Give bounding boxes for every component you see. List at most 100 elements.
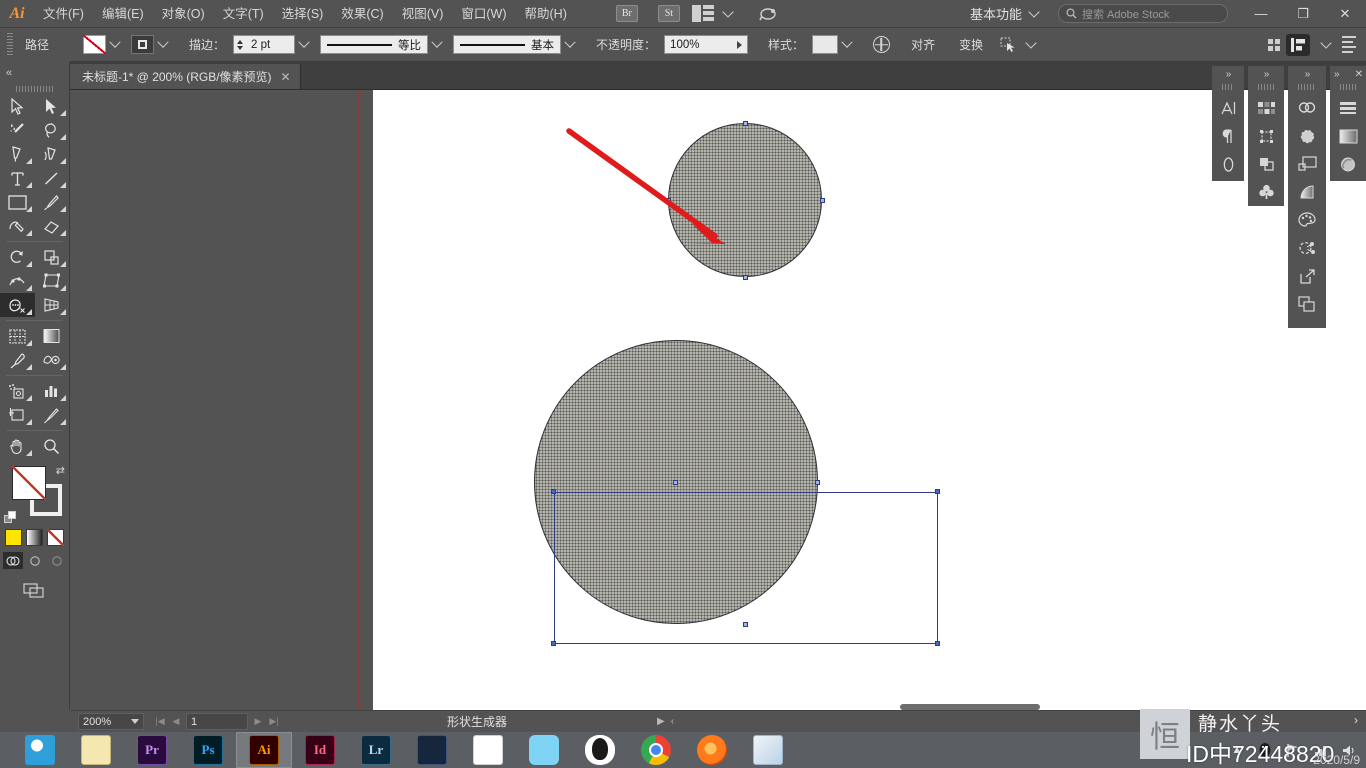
taskbar-lightroom[interactable]: Lr: [348, 732, 404, 768]
stroke-weight-dropdown-icon[interactable]: [295, 35, 312, 54]
anchor-point[interactable]: [666, 198, 671, 203]
taskbar-firefox[interactable]: [684, 732, 740, 768]
graphic-style-swatch[interactable]: [812, 35, 839, 54]
direct-selection-tool[interactable]: [35, 94, 70, 118]
blend-tool[interactable]: [35, 348, 70, 372]
cc-libraries-panel-icon[interactable]: [1288, 94, 1326, 122]
arrange-documents-icon[interactable]: [691, 5, 714, 22]
swatches-panel-icon[interactable]: [1248, 94, 1284, 122]
transform-panel-icon[interactable]: [1248, 122, 1284, 150]
flag-tray-icon[interactable]: [1284, 741, 1302, 759]
panel-col-swatches-collapse-icon[interactable]: »: [1248, 66, 1284, 82]
none-mode-button[interactable]: [47, 529, 64, 546]
zoom-tool[interactable]: [35, 434, 70, 458]
default-fill-stroke-icon[interactable]: [4, 511, 17, 524]
bridge-button[interactable]: Br: [615, 5, 638, 22]
export-panel-icon[interactable]: [1288, 262, 1326, 290]
taskbar-photoshop[interactable]: Ps: [180, 732, 236, 768]
color-panel-icon[interactable]: [1288, 206, 1326, 234]
eyedropper-tool[interactable]: [0, 348, 35, 372]
width-tool[interactable]: [0, 269, 35, 293]
opacity-flyout-icon[interactable]: [737, 40, 743, 49]
taskbar-indesign[interactable]: Id: [292, 732, 348, 768]
menu-object[interactable]: 对象(O): [153, 0, 214, 28]
stock-search-box[interactable]: 搜索 Adobe Stock: [1058, 4, 1228, 23]
anchor-point[interactable]: [743, 622, 748, 627]
taskbar-wps[interactable]: [460, 732, 516, 768]
menu-view[interactable]: 视图(V): [393, 0, 453, 28]
taskbar-premiere[interactable]: Pr: [124, 732, 180, 768]
eraser-tool[interactable]: [35, 214, 70, 238]
anchor-point[interactable]: [935, 641, 940, 646]
menu-help[interactable]: 帮助(H): [516, 0, 576, 28]
first-artboard-button[interactable]: |◀: [152, 713, 168, 730]
type-tool[interactable]: [0, 166, 35, 190]
prev-artboard-button[interactable]: ◀: [168, 713, 184, 730]
stock-button[interactable]: St: [657, 5, 680, 22]
tools-panel-grip[interactable]: [16, 84, 53, 94]
menu-window[interactable]: 窗口(W): [452, 0, 515, 28]
last-artboard-button[interactable]: ▶|: [266, 713, 282, 730]
panel-col-libraries-collapse-icon[interactable]: »: [1288, 66, 1326, 82]
status-flyout-left-icon[interactable]: ‹: [671, 716, 674, 727]
zoom-level-select[interactable]: 200%: [78, 713, 144, 730]
workspace-chevron-icon[interactable]: [1028, 5, 1040, 18]
panel-col-libraries-grip[interactable]: [1298, 83, 1316, 91]
gradient-tool[interactable]: [35, 324, 70, 348]
gradient-mode-button[interactable]: [26, 529, 43, 546]
tools-panel-header[interactable]: «: [0, 62, 69, 84]
fill-dropdown-icon[interactable]: [106, 35, 123, 54]
slice-tool[interactable]: [35, 403, 70, 427]
artboard-tool[interactable]: [0, 403, 35, 427]
align-panel-icon[interactable]: [1330, 94, 1366, 122]
curvature-tool[interactable]: [35, 142, 70, 166]
next-artboard-button[interactable]: ▶: [250, 713, 266, 730]
taskbar-notes[interactable]: [68, 732, 124, 768]
graphic-styles-panel-icon[interactable]: [1330, 150, 1366, 178]
panel-dock-close-icon[interactable]: ✕: [1355, 69, 1363, 80]
arrange-grid-icon[interactable]: [1268, 38, 1280, 51]
select-similar-chevron-icon[interactable]: [1025, 36, 1037, 49]
align-button[interactable]: 对齐: [903, 36, 943, 53]
taskbar-video-editor[interactable]: [404, 732, 460, 768]
draw-behind-icon[interactable]: [25, 552, 45, 569]
symbols-panel-icon[interactable]: [1248, 178, 1284, 206]
anchor-point[interactable]: [551, 641, 556, 646]
document-tab-close-icon[interactable]: ✕: [281, 70, 291, 84]
panel-menu-icon[interactable]: [1342, 36, 1356, 53]
free-transform-tool[interactable]: [35, 269, 70, 293]
status-bar-flyout[interactable]: ▶ ‹: [657, 716, 674, 727]
align-panel-toggle-icon[interactable]: [1286, 33, 1310, 56]
line-segment-tool[interactable]: [35, 166, 70, 190]
mesh-tool[interactable]: [0, 324, 35, 348]
stroke-color-swatch[interactable]: [131, 35, 155, 54]
taskbar-chrome[interactable]: [628, 732, 684, 768]
stroke-profile-dropdown-icon[interactable]: [428, 35, 445, 54]
swap-fill-stroke-icon[interactable]: ⇄: [56, 464, 65, 477]
rectangle-tool[interactable]: [0, 190, 35, 214]
brushes-panel-icon[interactable]: [1212, 150, 1244, 178]
screen-mode-button[interactable]: [0, 583, 69, 599]
shape-builder-tool[interactable]: [0, 293, 35, 317]
fill-color-control[interactable]: [12, 466, 46, 500]
panel-col-type-collapse-icon[interactable]: »: [1212, 66, 1244, 82]
artboard-number-field[interactable]: 1: [186, 713, 248, 730]
anchor-point[interactable]: [743, 275, 748, 280]
taskbar-qq[interactable]: [572, 732, 628, 768]
gradient-panel-icon[interactable]: [1288, 178, 1326, 206]
panel-col-swatches-grip[interactable]: [1258, 83, 1274, 91]
close-button[interactable]: ✕: [1324, 0, 1366, 28]
menu-type[interactable]: 文字(T): [214, 0, 273, 28]
minimize-button[interactable]: —: [1240, 0, 1282, 28]
paintbrush-tool[interactable]: [35, 190, 70, 214]
anchor-point[interactable]: [743, 121, 748, 126]
graphic-style-dropdown-icon[interactable]: [838, 35, 855, 54]
layers-panel-icon[interactable]: [1288, 290, 1326, 318]
panel-col-properties-collapse-icon[interactable]: »: [1334, 69, 1339, 80]
stroke-panel-icon[interactable]: [1288, 122, 1326, 150]
taskbar-360-browser[interactable]: [12, 732, 68, 768]
color-guide-panel-icon[interactable]: [1288, 234, 1326, 262]
select-similar-icon[interactable]: [997, 33, 1021, 57]
taskbar-illustrator[interactable]: Ai: [236, 732, 292, 768]
transform-button[interactable]: 变换: [951, 36, 991, 53]
